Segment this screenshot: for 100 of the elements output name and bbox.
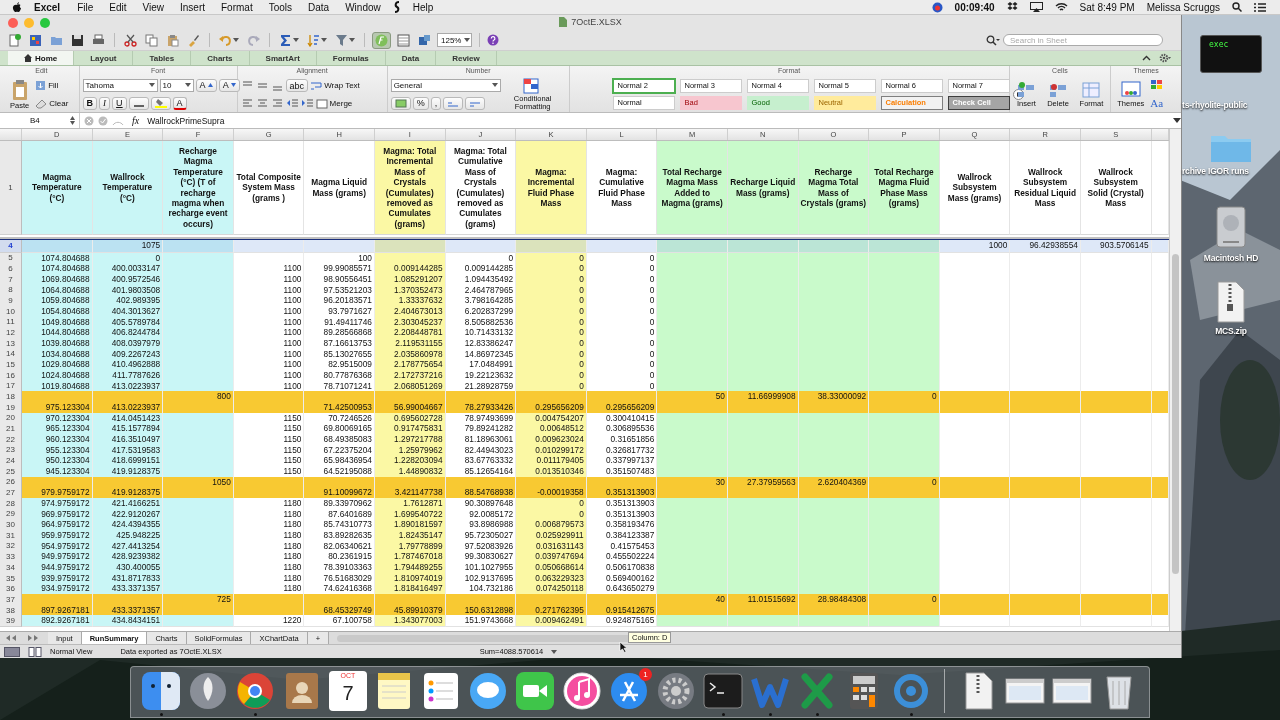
table-cell: 0 [586,295,658,307]
header-cell: Magma: Total Incremental Mass of Crystals (Cumulates) removed as Cumulates (grams) [374,141,446,235]
ribbon-tab[interactable]: Home [8,51,75,65]
underline-button[interactable]: U [112,96,127,110]
table-cell: 96.42938554 [1010,240,1081,253]
menu-item[interactable]: Format [213,1,261,13]
font-size-field[interactable]: 10 [159,78,194,92]
table-cell: 1000 [939,240,1011,253]
table-cell: 0 [516,327,587,339]
table-cell: 0.455502224 [586,551,658,563]
timer-text: 00:09:40 [953,1,996,13]
header-cell: Magma Temperature (°C) [22,141,93,235]
menu-item[interactable]: Window [337,1,389,13]
number-format-field[interactable]: General [390,78,501,92]
header-cell: Magma: Total Cumulative Mass of Crystals (Cumulates) removed as Cumulates (grams) [445,141,517,235]
ribbon-tab[interactable]: Layout [74,51,134,65]
header-cell: Wallrock Subsystem Mass (grams) [939,141,1011,235]
icon-label[interactable]: MCS.zip [1215,326,1247,336]
header-cell: Recharge Magma Temperature (°C) (T of recharge magma when recharge event occurs) [163,141,234,235]
zoom-field[interactable]: 125% [437,33,473,47]
table-cell: 99.30830627 [445,551,517,563]
header-cell: Recharge Liquid Mass (grams) [727,141,799,235]
table-cell: 0 [516,295,587,307]
font-name-field[interactable]: Tahoma [82,78,158,92]
table-cell: 0 [586,263,658,275]
terminal-thumbnail[interactable]: exec [1200,35,1262,73]
table-cell: 0.074250118 [516,583,587,595]
menu-item[interactable]: File [69,1,102,13]
header-cell: Total Composite System Mass (grams ) [233,141,305,235]
table-cell: 434.8434151 [92,615,164,628]
user-name[interactable]: Melissa Scruggs [1140,1,1226,13]
header-cell: Wallrock Subsystem Residual Liquid Mass [1010,141,1081,235]
name-box[interactable]: B4 [30,116,40,125]
header-cell: Wallrock Subsystem Solid (Crystal) Mass [1080,141,1152,235]
app-menu[interactable]: Excel [22,1,70,13]
clear-button[interactable]: Clear [35,97,69,109]
table-cell: 50 [657,391,728,403]
table-cell: 949.9759172 [22,551,93,563]
table-cell: 428.9239382 [92,551,164,563]
ribbon-tab[interactable]: Tables [133,51,192,65]
row-header[interactable]: 33 [0,551,22,563]
table-cell: 0.039747694 [516,551,587,563]
ribbon-tab[interactable]: SmartArt [249,51,317,65]
ribbon-tab[interactable]: Charts [191,51,250,65]
table-cell: 1180 [233,583,305,595]
table-cell: 725 [163,594,234,606]
table-cell: 80.2361915 [304,551,375,563]
row-header[interactable]: 39 [0,615,22,628]
table-cell: 0.009462491 [516,615,587,628]
menu-item[interactable]: Help [404,1,442,13]
grow-font-button[interactable]: A [195,78,217,92]
search-field[interactable]: Search in Sheet [1003,34,1163,46]
table-cell: 151.9743668 [445,615,517,628]
wrap-text-button[interactable]: Wrap Text [310,80,360,91]
ribbon-tab[interactable]: Data [385,51,437,65]
row-header[interactable]: 36 [0,583,22,595]
ribbon-tab[interactable]: Formulas [316,51,386,65]
font-color-button[interactable]: A [172,96,187,110]
table-cell: 0 [516,359,587,371]
menu-item[interactable]: Tools [260,1,301,13]
table-cell: 1.818416497 [374,583,446,595]
window-title: 7OctE.XLSX [571,17,622,27]
menu-item[interactable]: Data [300,1,338,13]
fill-button[interactable]: Fill [35,79,69,91]
shrink-font-button[interactable]: A [218,78,240,92]
insert-function-button[interactable]: fx [128,115,144,126]
ribbon-tab[interactable]: Review [436,51,497,65]
row-header[interactable]: 4 [0,240,22,253]
table-cell: 1.343077003 [374,615,446,628]
table-cell: 1220 [233,615,305,628]
table-cell: 40 [657,594,728,606]
table-cell: 892.9267181 [22,615,93,628]
menu-item[interactable]: Insert [172,1,213,13]
header-cell: Recharge Magma Total Mass of Crystals (grams) [798,141,870,235]
table-cell: 1.787467018 [374,551,446,563]
comma-button[interactable]: , [430,96,442,110]
bold-button[interactable]: B [82,96,98,110]
clock-text[interactable]: Sat 8:49 PM [1073,1,1141,13]
table-cell: 1075 [92,240,164,253]
row-header[interactable]: 1 [0,141,22,235]
formula-content[interactable]: WallrockPrimeSupra [147,115,1169,126]
theme-fonts-button[interactable]: Aa [1150,97,1165,109]
italic-button[interactable]: I [99,96,111,110]
table-cell: 1180 [233,551,305,563]
table-cell: 67.100758 [304,615,375,628]
menu-item[interactable]: Edit [101,1,135,13]
table-cell: 800 [163,391,234,403]
header-cell: Magma: Incremental Fluid Phase Mass [516,141,587,235]
table-cell: 0.924875165 [586,615,658,628]
menu-item[interactable]: View [134,1,172,13]
table-cell: 0 [586,327,658,339]
merge-button[interactable]: Merge [315,98,353,109]
header-cell: Magma: Cumulative Fluid Phase Mass [586,141,658,235]
orientation-button[interactable]: abc [285,79,309,92]
header-cell: Total Recharge Magma Mass Added to Magma (grams) [657,141,728,235]
header-cell: Total Recharge Magma Fluid Phase Mass (grams) [869,141,940,235]
percent-button[interactable]: % [412,96,429,110]
table-cell: 0 [869,594,940,606]
table-cell: 104.732186 [445,583,517,595]
table-cell: 0 [586,359,658,371]
